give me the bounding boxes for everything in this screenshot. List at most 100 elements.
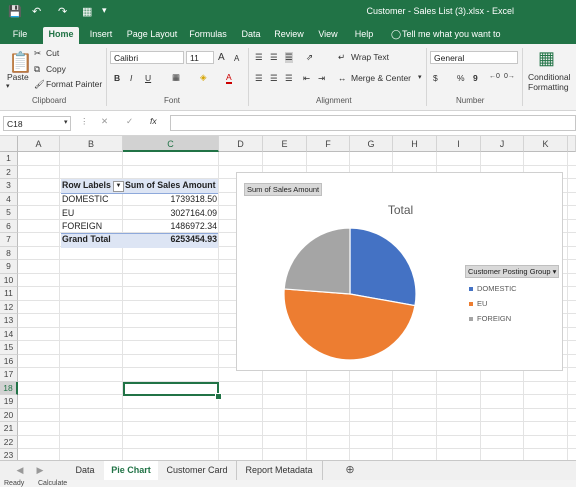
row-header-11[interactable]: 11 xyxy=(0,287,18,301)
column-header-i[interactable]: I xyxy=(437,136,481,152)
bold-button[interactable]: B xyxy=(114,73,120,83)
undo-icon[interactable]: ↶ xyxy=(32,5,41,18)
font-color-button[interactable]: A xyxy=(226,73,232,84)
increase-decimal-icon[interactable]: ←0 xyxy=(489,73,500,80)
legend-entry-foreign[interactable]: FOREIGN xyxy=(469,311,517,326)
save-icon[interactable]: 💾 xyxy=(8,5,22,18)
row-header-18[interactable]: 18 xyxy=(0,381,18,395)
align-left-icon[interactable]: ☰ xyxy=(255,73,263,84)
merge-center-button[interactable]: Merge & Center xyxy=(351,73,411,83)
conditional-formatting-button[interactable]: Conditional xyxy=(528,72,571,82)
scroll-sheets-right-icon[interactable]: ▶ xyxy=(34,461,46,480)
wrap-text-icon[interactable]: ↵ xyxy=(338,52,345,63)
qat-dropdown-icon[interactable]: ▾ xyxy=(102,5,107,16)
merge-dropdown-icon[interactable]: ▾ xyxy=(418,73,422,81)
currency-button[interactable]: $ xyxy=(433,73,438,83)
sheet-tab-customer-card[interactable]: Customer Card xyxy=(158,461,237,480)
pivot-row-value[interactable]: 3027164.09 xyxy=(123,207,217,221)
comma-style-button[interactable]: 9 xyxy=(473,73,478,83)
sheet-tab-report-metadata[interactable]: Report Metadata xyxy=(236,461,323,480)
cut-button[interactable]: Cut xyxy=(46,48,59,58)
paste-button[interactable]: Paste xyxy=(7,72,29,82)
tab-insert[interactable]: Insert xyxy=(84,27,118,44)
pie-slice-domestic[interactable] xyxy=(349,227,417,307)
name-box-dropdown-icon[interactable]: ▾ xyxy=(64,118,68,126)
row-header-15[interactable]: 15 xyxy=(0,341,18,355)
conditional-formatting-icon[interactable]: ▦ xyxy=(538,48,555,69)
insert-function-button[interactable]: fx xyxy=(150,116,157,126)
enter-icon[interactable]: ✓ xyxy=(126,116,133,127)
column-header-k[interactable]: K xyxy=(524,136,568,152)
row-header-19[interactable]: 19 xyxy=(0,395,18,409)
legend-entry-eu[interactable]: EU xyxy=(469,296,517,311)
legend-entry-domestic[interactable]: DOMESTIC xyxy=(469,281,517,296)
tell-me-search[interactable]: Tell me what you want to do xyxy=(402,27,512,54)
align-bottom-icon[interactable]: ☰ xyxy=(285,52,293,63)
redo-icon[interactable]: ↷ xyxy=(58,5,67,18)
pivot-grand-total-value[interactable]: 6253454.93 xyxy=(123,233,217,247)
pivot-row-label[interactable]: EU xyxy=(62,207,74,221)
qat-customize-icon[interactable]: ▦ xyxy=(82,5,92,18)
row-header-6[interactable]: 6 xyxy=(0,219,18,233)
column-header-b[interactable]: B xyxy=(60,136,123,152)
align-top-icon[interactable]: ☰ xyxy=(255,52,263,63)
conditional-formatting-button-line2[interactable]: Formatting xyxy=(528,82,569,92)
tab-file[interactable]: File xyxy=(6,27,34,44)
tab-home[interactable]: Home xyxy=(43,27,79,44)
legend-dropdown-icon[interactable]: ▾ xyxy=(553,267,557,276)
row-header-21[interactable]: 21 xyxy=(0,422,18,436)
tab-help[interactable]: Help xyxy=(350,27,378,44)
tab-formulas[interactable]: Formulas xyxy=(186,27,230,44)
paste-dropdown-icon[interactable]: ▾ xyxy=(6,82,10,90)
tab-view[interactable]: View xyxy=(314,27,342,44)
column-header-d[interactable]: D xyxy=(219,136,263,152)
column-header-h[interactable]: H xyxy=(393,136,437,152)
align-center-icon[interactable]: ☰ xyxy=(270,73,278,84)
filter-dropdown-icon[interactable]: ▼ xyxy=(113,181,124,192)
pivot-value-header[interactable]: Sum of Sales Amount xyxy=(125,179,216,193)
grow-font-button[interactable]: A xyxy=(218,52,225,63)
row-header-10[interactable]: 10 xyxy=(0,273,18,287)
shrink-font-button[interactable]: A xyxy=(234,54,239,63)
row-header-4[interactable]: 4 xyxy=(0,192,18,206)
column-header-a[interactable]: A xyxy=(18,136,60,152)
copy-icon[interactable]: ⧉ xyxy=(34,64,40,75)
tab-page-layout[interactable]: Page Layout xyxy=(124,27,180,44)
underline-button[interactable]: U xyxy=(145,73,151,83)
number-format-dropdown[interactable]: General xyxy=(430,51,518,64)
row-header-7[interactable]: 7 xyxy=(0,233,18,247)
column-header-j[interactable]: J xyxy=(481,136,524,152)
pivot-row-value[interactable]: 1739318.50 xyxy=(123,193,217,207)
row-header-14[interactable]: 14 xyxy=(0,327,18,341)
row-header-22[interactable]: 22 xyxy=(0,435,18,449)
row-header-8[interactable]: 8 xyxy=(0,246,18,260)
pie-slice-foreign[interactable] xyxy=(283,227,351,295)
column-header-f[interactable]: F xyxy=(307,136,350,152)
italic-button[interactable]: I xyxy=(130,73,132,83)
row-header-9[interactable]: 9 xyxy=(0,260,18,274)
row-header-5[interactable]: 5 xyxy=(0,206,18,220)
row-header-17[interactable]: 17 xyxy=(0,368,18,382)
column-header-c[interactable]: C xyxy=(123,136,219,152)
fill-handle[interactable] xyxy=(215,393,222,400)
align-right-icon[interactable]: ☰ xyxy=(285,73,293,84)
row-header-12[interactable]: 12 xyxy=(0,300,18,314)
select-all-button[interactable] xyxy=(0,136,18,152)
font-size-dropdown[interactable]: 11 xyxy=(186,51,214,64)
cut-icon[interactable]: ✂ xyxy=(34,48,41,59)
pivot-row-label[interactable]: DOMESTIC xyxy=(62,193,108,207)
increase-indent-icon[interactable]: ⇥ xyxy=(318,73,325,84)
copy-button[interactable]: Copy xyxy=(46,64,66,74)
row-header-2[interactable]: 2 xyxy=(0,165,18,179)
tab-data[interactable]: Data xyxy=(237,27,265,44)
fill-color-icon[interactable]: ◈ xyxy=(200,72,207,83)
orientation-icon[interactable]: ⇗ xyxy=(306,52,313,63)
column-header-e[interactable]: E xyxy=(263,136,307,152)
selected-cell-c18[interactable] xyxy=(123,382,219,396)
pivot-row-label[interactable]: FOREIGN xyxy=(62,220,102,234)
legend-field-button[interactable]: Customer Posting Group ▾ xyxy=(465,265,560,278)
column-header-partial[interactable] xyxy=(568,136,576,152)
add-sheet-icon[interactable]: ⊕ xyxy=(342,461,358,480)
format-painter-icon[interactable]: 🖌 xyxy=(34,79,45,90)
pivot-grand-total-label[interactable]: Grand Total xyxy=(62,233,111,247)
